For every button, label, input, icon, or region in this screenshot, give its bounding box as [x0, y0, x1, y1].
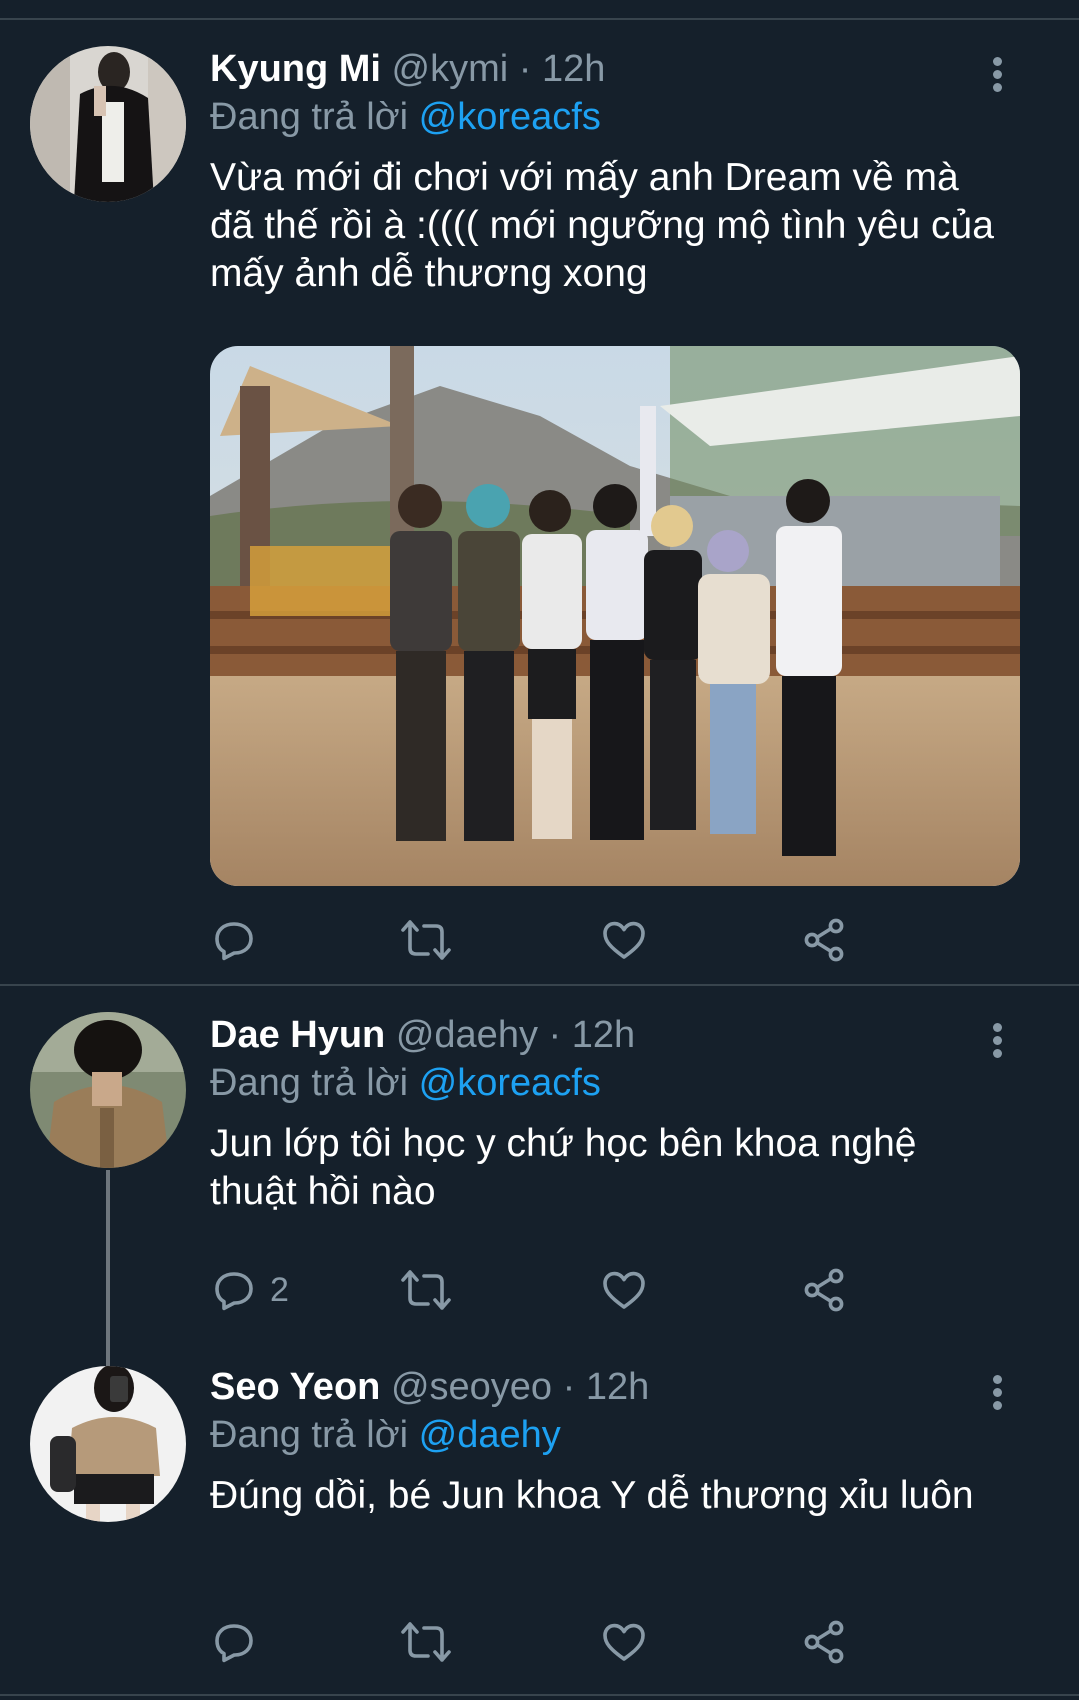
- more-vertical-icon: [982, 57, 1012, 92]
- avatar[interactable]: [30, 1366, 186, 1522]
- author-name[interactable]: Dae Hyun: [210, 1014, 385, 1056]
- avatar[interactable]: [30, 46, 186, 202]
- retweet-button[interactable]: [400, 1262, 452, 1318]
- like-button[interactable]: [600, 1262, 648, 1318]
- retweet-icon: [401, 1270, 451, 1310]
- more-options-button[interactable]: [982, 1372, 1012, 1418]
- retweet-button[interactable]: [400, 1614, 452, 1670]
- replying-label: Đang trả lời: [210, 96, 409, 138]
- separator-dot: ·: [562, 1366, 576, 1408]
- replying-mention[interactable]: @koreacfs: [419, 96, 601, 138]
- like-button[interactable]: [600, 912, 648, 968]
- retweet-icon: [401, 920, 451, 960]
- author-name[interactable]: Seo Yeon: [210, 1366, 380, 1408]
- tweet-actions: [210, 912, 910, 968]
- reply-icon: [215, 1624, 253, 1663]
- like-icon: [603, 1623, 645, 1661]
- avatar[interactable]: [30, 1012, 186, 1168]
- tweet-actions: 2: [210, 1262, 910, 1318]
- thread-line: [106, 1170, 110, 1370]
- author-handle[interactable]: @seoyeo: [391, 1366, 552, 1408]
- share-icon: [804, 1620, 844, 1664]
- replying-mention[interactable]: @koreacfs: [419, 1062, 601, 1104]
- like-button[interactable]: [600, 1614, 648, 1670]
- more-options-button[interactable]: [982, 54, 1012, 100]
- replying-mention[interactable]: @daehy: [419, 1414, 561, 1456]
- retweet-button[interactable]: [400, 912, 452, 968]
- more-vertical-icon: [982, 1375, 1012, 1410]
- share-button[interactable]: [800, 912, 848, 968]
- replying-to: Đang trả lời @koreacfs: [210, 1060, 601, 1106]
- reply-button[interactable]: 2: [210, 1262, 289, 1318]
- retweet-icon: [401, 1622, 451, 1662]
- tweet-text: Jun lớp tôi học y chứ học bên khoa nghệ …: [210, 1122, 917, 1213]
- replying-to: Đang trả lời @koreacfs: [210, 94, 601, 140]
- group-photo-image: [210, 346, 1020, 886]
- tweet-photo[interactable]: [210, 346, 1020, 886]
- reply-button[interactable]: [210, 912, 270, 968]
- tweet-header: Dae Hyun @daehy · 12h: [210, 1012, 635, 1058]
- tweet-kyung-mi[interactable]: Kyung Mi @kymi · 12h Đang trả lời @korea…: [0, 44, 1079, 984]
- author-name[interactable]: Kyung Mi: [210, 48, 381, 90]
- like-icon: [603, 1271, 645, 1309]
- share-button[interactable]: [800, 1262, 848, 1318]
- tweet-time[interactable]: 12h: [586, 1366, 649, 1408]
- reply-icon: [215, 922, 253, 961]
- tweet-text: Đúng dồi, bé Jun khoa Y dễ thương xỉu lu…: [210, 1474, 974, 1517]
- bottom-divider: [0, 1694, 1079, 1696]
- replying-label: Đang trả lời: [210, 1414, 409, 1456]
- share-button[interactable]: [800, 1614, 848, 1670]
- tweet-divider: [0, 984, 1079, 986]
- like-icon: [603, 921, 645, 959]
- replying-to: Đang trả lời @daehy: [210, 1412, 561, 1458]
- separator-dot: ·: [548, 1014, 562, 1056]
- more-vertical-icon: [982, 1023, 1012, 1058]
- author-handle[interactable]: @kymi: [392, 48, 509, 90]
- author-handle[interactable]: @daehy: [396, 1014, 538, 1056]
- more-options-button[interactable]: [982, 1020, 1012, 1066]
- share-icon: [804, 1268, 844, 1312]
- tweet-seo-yeon[interactable]: Seo Yeon @seoyeo · 12h Đang trả lời @dae…: [0, 1364, 1079, 1684]
- share-icon: [804, 918, 844, 962]
- replying-label: Đang trả lời: [210, 1062, 409, 1104]
- reply-button[interactable]: [210, 1614, 270, 1670]
- tweet-header: Seo Yeon @seoyeo · 12h: [210, 1364, 649, 1410]
- separator-dot: ·: [518, 48, 532, 90]
- tweet-dae-hyun[interactable]: Dae Hyun @daehy · 12h Đang trả lời @kore…: [0, 1010, 1079, 1370]
- reply-icon: [215, 1272, 253, 1311]
- tweet-time[interactable]: 12h: [542, 48, 605, 90]
- tweet-actions: [210, 1614, 910, 1670]
- tweet-time[interactable]: 12h: [572, 1014, 635, 1056]
- top-divider: [0, 18, 1079, 20]
- reply-count: 2: [270, 1270, 289, 1309]
- tweet-header: Kyung Mi @kymi · 12h: [210, 46, 605, 92]
- tweet-text: Vừa mới đi chơi với mấy anh Dream về mà …: [210, 156, 994, 295]
